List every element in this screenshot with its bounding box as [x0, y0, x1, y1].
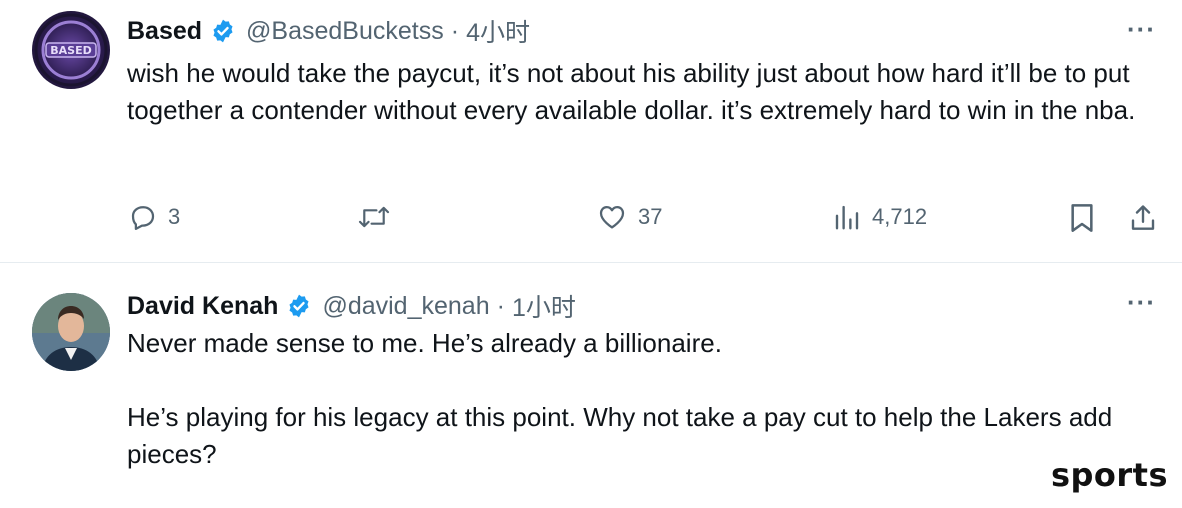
like-button[interactable]: 37: [596, 202, 662, 232]
team-logo-avatar-icon: BASED: [34, 13, 108, 87]
like-icon: [599, 206, 625, 229]
action-bar: 3 37 4,712: [0, 200, 1182, 240]
svg-text:BASED: BASED: [50, 44, 91, 57]
watermark: sports: [1050, 456, 1168, 494]
tweet-paragraph: Never made sense to me. He’s already a b…: [127, 328, 722, 358]
tweet[interactable]: David Kenah @david_kenah · 1小时 ··· Never…: [0, 263, 1182, 508]
retweet-icon: [358, 206, 390, 228]
tweet-header: Based @BasedBucketss · 4小时: [127, 12, 530, 50]
reply-icon: [131, 206, 155, 230]
tweet[interactable]: BASED Based @BasedBucketss · 4小时 ··· wis…: [0, 0, 1182, 263]
tweet-text: Never made sense to me. He’s already a b…: [127, 325, 1167, 473]
author-name[interactable]: Based: [127, 17, 202, 46]
tweet-paragraph: He’s playing for his legacy at this poin…: [127, 402, 1113, 469]
share-button[interactable]: [1128, 202, 1158, 234]
timestamp[interactable]: 1小时: [512, 288, 576, 324]
avatar[interactable]: [32, 293, 110, 371]
tweet-header: David Kenah @david_kenah · 1小时: [127, 287, 576, 325]
bookmark-button[interactable]: [1068, 202, 1096, 234]
more-dots-icon[interactable]: ···: [1127, 14, 1156, 45]
views-count: 4,712: [872, 204, 928, 229]
retweet-button[interactable]: [357, 202, 391, 232]
author-handle[interactable]: @BasedBucketss: [246, 17, 444, 46]
bookmark-icon: [1071, 204, 1093, 232]
verified-badge-icon: [289, 294, 309, 318]
tweet-text: wish he would take the paycut, it’s not …: [127, 55, 1167, 129]
timestamp[interactable]: 4小时: [466, 13, 530, 49]
author-name[interactable]: David Kenah: [127, 292, 278, 321]
separator: ·: [450, 16, 460, 45]
share-icon: [1131, 205, 1155, 230]
separator: ·: [496, 291, 505, 320]
reply-button[interactable]: 3: [128, 202, 180, 232]
avatar[interactable]: BASED: [32, 11, 110, 89]
more-dots-icon[interactable]: ···: [1127, 287, 1156, 318]
views-button[interactable]: 4,712: [832, 202, 927, 232]
tweet-paragraph: wish he would take the paycut, it’s not …: [127, 58, 1136, 125]
author-handle[interactable]: @david_kenah: [322, 292, 489, 321]
like-count: 37: [638, 204, 663, 229]
verified-badge-icon: [213, 19, 233, 43]
reply-count: 3: [168, 204, 181, 229]
views-icon: [835, 205, 859, 230]
profile-photo-avatar-icon: [32, 293, 110, 371]
